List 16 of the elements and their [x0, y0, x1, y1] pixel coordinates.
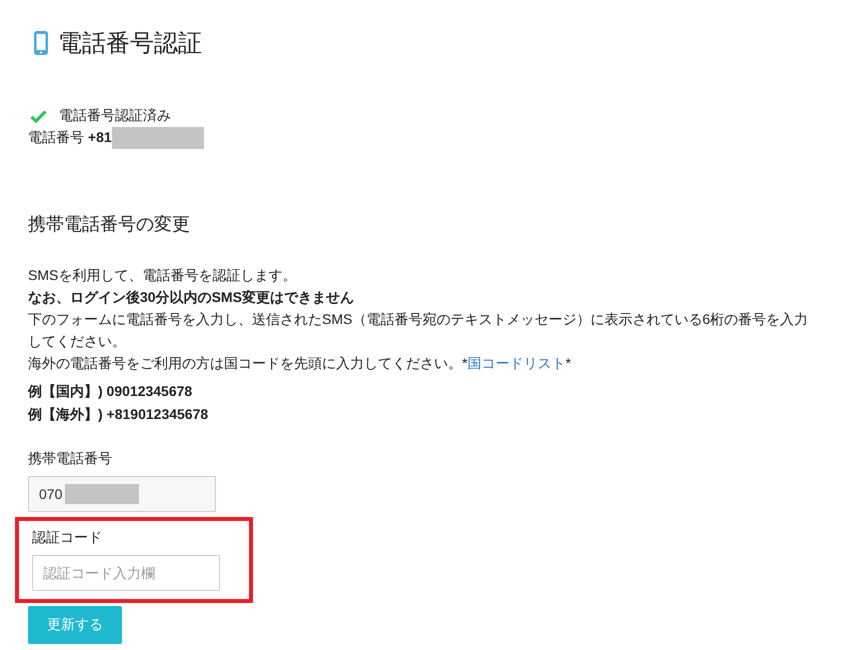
description-text: 下のフォームに電話番号を入力し、送信されたSMS（電話番号宛のテキストメッセージ）に表示されている6桁の番号を入力してください。: [28, 310, 810, 351]
field-label: 携帯電話番号: [28, 449, 113, 468]
update-button[interactable]: 更新する: [28, 606, 122, 644]
example-text: 例【国内】) 09012345678: [28, 382, 194, 401]
code-input[interactable]: 認証コード入力欄: [32, 555, 220, 591]
smartphone-icon: [33, 30, 49, 56]
page-title: 電話番号認証: [58, 29, 202, 59]
description-text: SMSを利用して、電話番号を認証します。: [28, 266, 298, 285]
warning-text: なお、ログイン後30分以内のSMS変更はできません: [28, 288, 355, 307]
example-text: 例【海外】) +819012345678: [28, 405, 210, 424]
field-label: 認証コード: [32, 528, 103, 547]
description-text: 海外の電話番号をご利用の方は国コードを先頭に入力してください。*国コードリスト*: [28, 354, 572, 373]
verified-label: 電話番号認証済み: [59, 107, 171, 125]
country-code-link[interactable]: 国コードリスト: [467, 355, 566, 371]
section-heading: 携帯電話番号の変更: [28, 213, 191, 236]
phone-number: 電話番号 +81: [28, 129, 112, 147]
